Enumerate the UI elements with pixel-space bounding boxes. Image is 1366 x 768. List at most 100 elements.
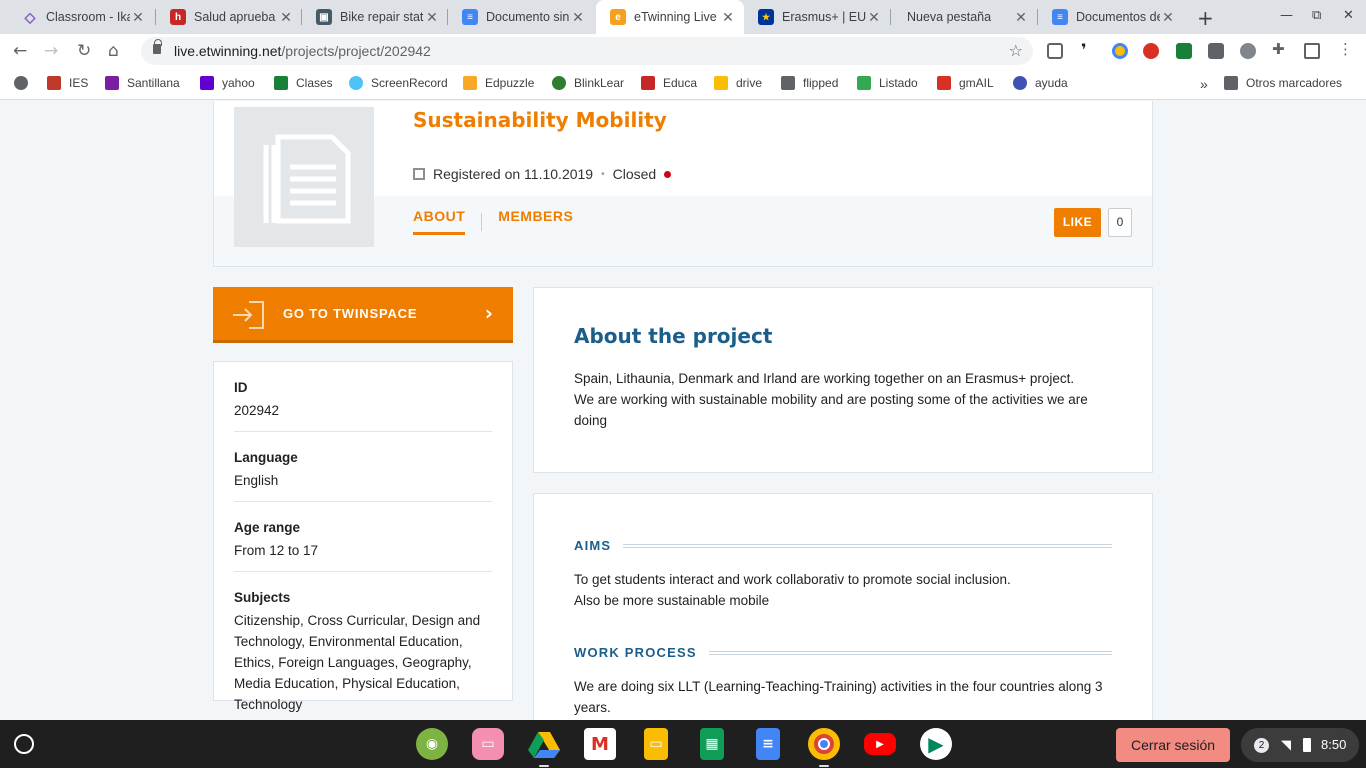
bookmark-blinklear[interactable]: BlinkLear xyxy=(552,76,624,90)
santillana-icon xyxy=(105,76,119,90)
info-language: Language English xyxy=(234,432,492,502)
sheets-app-icon[interactable]: ▦ xyxy=(700,728,724,760)
slides-app-icon[interactable]: ▭ xyxy=(644,728,668,760)
bookmark-listado[interactable]: Listado xyxy=(857,76,918,90)
bookmark-santillana[interactable]: Santillana xyxy=(105,76,180,90)
bookmark-drive[interactable]: drive xyxy=(714,76,762,90)
address-bar[interactable]: live.etwinning.net/projects/project/2029… xyxy=(141,37,1033,65)
section-rule xyxy=(708,650,1112,655)
screen-capture-icon[interactable] xyxy=(1208,43,1224,59)
logout-button[interactable]: Cerrar sesión xyxy=(1116,728,1230,762)
bookmark-gmail[interactable]: gmAIL xyxy=(937,76,994,90)
close-icon[interactable]: ✕ xyxy=(1160,9,1176,26)
close-icon[interactable]: ✕ xyxy=(424,9,440,26)
work-process-section-header: WORK PROCESS xyxy=(574,645,1112,660)
classroom-icon: ◇ xyxy=(24,8,36,25)
tab-nueva[interactable]: Nueva pestaña ✕ xyxy=(891,0,1037,34)
bookmark-star-icon[interactable]: ☆ xyxy=(1009,41,1023,60)
docs-app-icon[interactable]: ≡ xyxy=(756,728,780,760)
tab-members[interactable]: MEMBERS xyxy=(498,208,573,235)
battery-icon xyxy=(1303,738,1311,752)
launcher-icon[interactable] xyxy=(14,734,34,754)
puzzle-icon[interactable]: ✚ xyxy=(1272,40,1288,58)
about-text-2: We are working with sustainable mobility… xyxy=(574,392,1088,428)
bike-icon: ▣ xyxy=(316,9,332,25)
bookmark-educa[interactable]: Educa xyxy=(641,76,697,90)
classroom-icon xyxy=(274,76,288,90)
reload-icon[interactable]: ↻ xyxy=(77,41,91,61)
tab-classroom[interactable]: ◇ Classroom - Ika ✕ xyxy=(8,0,154,34)
calendar-icon xyxy=(413,168,425,180)
cast-icon[interactable] xyxy=(1304,43,1320,59)
folder-icon xyxy=(781,76,795,90)
play-store-app-icon[interactable]: ▶ xyxy=(920,728,952,760)
close-icon[interactable]: ✕ xyxy=(570,9,586,26)
adblock-icon[interactable] xyxy=(1143,43,1159,59)
drive-icon xyxy=(714,76,728,90)
new-tab-button[interactable]: + xyxy=(1197,6,1214,30)
chrome-app-icon[interactable] xyxy=(808,728,840,760)
page-content: Sustainability Mobility Registered on 11… xyxy=(0,101,1366,720)
project-info-card: ID 202942 Language English Age range Fro… xyxy=(213,361,513,712)
tab-etwinning[interactable]: e eTwinning Live ✕ xyxy=(596,0,744,34)
tab-documento[interactable]: ≡ Documento sin ✕ xyxy=(448,0,594,34)
tab-erasmus[interactable]: ★ Erasmus+ | EU ✕ xyxy=(744,0,890,34)
gmail-icon xyxy=(937,76,951,90)
tab-bike-repair[interactable]: ▣ Bike repair stati ✕ xyxy=(302,0,448,34)
forward-icon[interactable]: → xyxy=(44,41,58,61)
youtube-app-icon[interactable]: ▶ xyxy=(864,733,896,755)
reading-list-icon[interactable] xyxy=(1047,43,1063,59)
close-window-icon[interactable]: ✕ xyxy=(1343,8,1354,23)
quote-extension-icon[interactable]: ❜ xyxy=(1081,40,1097,59)
enter-icon xyxy=(233,301,264,329)
minimize-icon[interactable]: — xyxy=(1280,8,1293,23)
chevron-right-icon: › xyxy=(484,301,493,325)
eye-app-icon[interactable]: ◉ xyxy=(416,728,448,760)
classroom-extension-icon[interactable] xyxy=(1176,43,1192,59)
bookmarks-overflow-icon[interactable]: » xyxy=(1200,76,1208,92)
home-icon[interactable]: ⌂ xyxy=(108,41,119,61)
tab-documentos[interactable]: ≡ Documentos de ✕ xyxy=(1038,0,1184,34)
close-icon[interactable]: ✕ xyxy=(720,9,736,26)
work-process-text: We are doing six LLT (Learning-Teaching-… xyxy=(574,679,1103,715)
bookmark-flipped[interactable]: flipped xyxy=(781,76,838,90)
back-icon[interactable]: ← xyxy=(13,41,27,61)
gmail-app-icon[interactable]: M xyxy=(584,728,616,760)
bookmark-screenrecord[interactable]: ScreenRecord xyxy=(349,76,448,90)
status-tray[interactable]: 2 ◥ 8:50 xyxy=(1241,728,1359,762)
drive-icon xyxy=(857,76,871,90)
globe-icon xyxy=(14,76,28,90)
bookmark-edpuzzle[interactable]: Edpuzzle xyxy=(463,76,534,90)
close-icon[interactable]: ✕ xyxy=(866,9,882,26)
bookmark-yahoo[interactable]: yahoo xyxy=(200,76,255,90)
docs-icon: ≡ xyxy=(462,9,478,25)
bookmark-clases[interactable]: Clases xyxy=(274,76,333,90)
close-icon[interactable]: ✕ xyxy=(278,9,294,26)
tab-about[interactable]: ABOUT xyxy=(413,208,466,235)
drive-app-icon[interactable] xyxy=(528,728,560,760)
bookmark-ayuda[interactable]: ayuda xyxy=(1013,76,1068,90)
status-closed-dot xyxy=(664,170,672,178)
aims-card: AIMS To get students interact and work c… xyxy=(533,493,1153,720)
clock: 8:50 xyxy=(1321,737,1347,752)
section-rule xyxy=(623,543,1112,548)
os-shelf: ◉ ▭ M ▭ ▦ ≡ ▶ ▶ Cerrar sesión 2 ◥ 8:50 xyxy=(0,720,1366,768)
about-heading: About the project xyxy=(574,324,773,348)
other-bookmarks[interactable]: Otros marcadores xyxy=(1224,76,1342,90)
apple-extension-icon[interactable] xyxy=(1240,43,1256,59)
restore-icon[interactable]: ⧉ xyxy=(1312,8,1321,23)
url-text[interactable]: live.etwinning.net/projects/project/2029… xyxy=(174,43,431,59)
meta-separator: • xyxy=(601,168,605,180)
bookmark-globe[interactable] xyxy=(14,76,36,90)
tab-salud[interactable]: h Salud aprueba ✕ xyxy=(156,0,302,34)
close-icon[interactable]: ✕ xyxy=(1013,9,1029,26)
screencast-app-icon[interactable]: ▭ xyxy=(472,728,504,760)
wifi-icon: ◥ xyxy=(1281,737,1291,752)
about-project-card: About the project Spain, Lithaunia, Denm… xyxy=(533,287,1153,473)
close-icon[interactable]: ✕ xyxy=(130,9,146,26)
go-to-twinspace-button[interactable]: GO TO TWINSPACE › xyxy=(213,287,513,343)
menu-dots-icon[interactable]: ⋮ xyxy=(1338,40,1354,58)
color-extension-icon[interactable] xyxy=(1112,43,1128,59)
like-button[interactable]: LIKE xyxy=(1054,208,1101,237)
bookmark-ies[interactable]: IES xyxy=(47,76,88,90)
